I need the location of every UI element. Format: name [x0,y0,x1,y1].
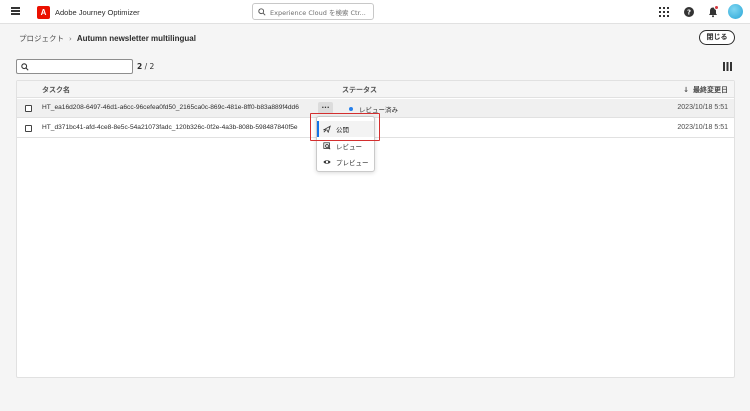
menu-item-preview[interactable]: プレビュー [317,154,374,170]
task-name[interactable]: HT_ea16d208-6497-46d1-a6cc-96cefea0fd50_… [42,104,299,111]
menu-item-publish[interactable]: 公開 [317,121,374,137]
column-settings-icon[interactable] [722,61,733,72]
svg-text:?: ? [687,9,691,17]
table-header: タスク名 ステータス ↓ 最終変更日 [17,81,734,98]
menu-item-label: 公開 [336,126,349,134]
column-header-last-modified-label: 最終変更日 [693,86,728,94]
adobe-logo: A [37,5,50,19]
menu-item-label: レビュー [336,143,362,151]
menu-icon[interactable] [11,7,20,15]
count-separator: / [142,62,150,71]
column-header-task-name[interactable]: タスク名 [42,85,70,95]
page-title: Autumn newsletter multilingual [76,34,196,43]
column-header-last-modified[interactable]: ↓ 最終変更日 [683,85,728,95]
task-table: タスク名 ステータス ↓ 最終変更日 HT_ea16d208-6497-46d1… [16,80,735,378]
help-icon[interactable]: ? [683,6,695,18]
more-actions-button[interactable]: ... [318,102,333,114]
menu-item-label: プレビュー [336,159,369,167]
preview-icon [323,160,331,164]
search-icon [21,62,29,71]
row-checkbox[interactable] [25,125,32,132]
breadcrumb: プロジェクト › Autumn newsletter multilingual [19,33,196,44]
last-modified-date: 2023/10/18 5:51 [677,124,728,131]
close-button[interactable]: 閉じる [699,30,735,45]
table-row[interactable]: HT_ea16d208-6497-46d1-a6cc-96cefea0fd50_… [17,99,734,118]
breadcrumb-separator: › [69,34,72,43]
table-row[interactable]: HT_d371bc41-afd-4ce8-8e5c-54a21073fadc_1… [17,119,734,138]
apps-grid-icon[interactable] [658,6,670,18]
brand[interactable]: A Adobe Journey Optimizer [37,5,140,19]
last-modified-date: 2023/10/18 5:51 [677,104,728,111]
row-checkbox[interactable] [25,105,32,112]
avatar[interactable] [728,4,743,19]
publish-icon [323,125,331,133]
task-name[interactable]: HT_d371bc41-afd-4ce8-8e5c-54a21073fadc_1… [42,124,298,131]
review-icon [323,142,331,150]
row-actions-menu: 公開 レビュー プレビュー [316,116,375,172]
result-count: 2 / 2 [137,62,154,71]
notification-badge [714,5,719,10]
search-icon [258,7,266,16]
top-bar: A Adobe Journey Optimizer Experience Clo… [0,0,750,24]
breadcrumb-projects[interactable]: プロジェクト [19,33,64,44]
count-total: 2 [149,62,155,71]
sort-descending-icon: ↓ [683,86,689,94]
app-name: Adobe Journey Optimizer [55,7,140,17]
menu-item-review[interactable]: レビュー [317,138,374,154]
search-placeholder: Experience Cloud を検索 Ctr... [270,8,366,17]
status-cell: レビュー済み [349,104,398,114]
task-search-input[interactable] [16,59,133,74]
global-search[interactable]: Experience Cloud を検索 Ctr... [252,3,374,20]
status-label: レビュー済み [359,106,398,114]
column-header-status[interactable]: ステータス [342,85,377,95]
status-dot-icon [349,107,353,111]
